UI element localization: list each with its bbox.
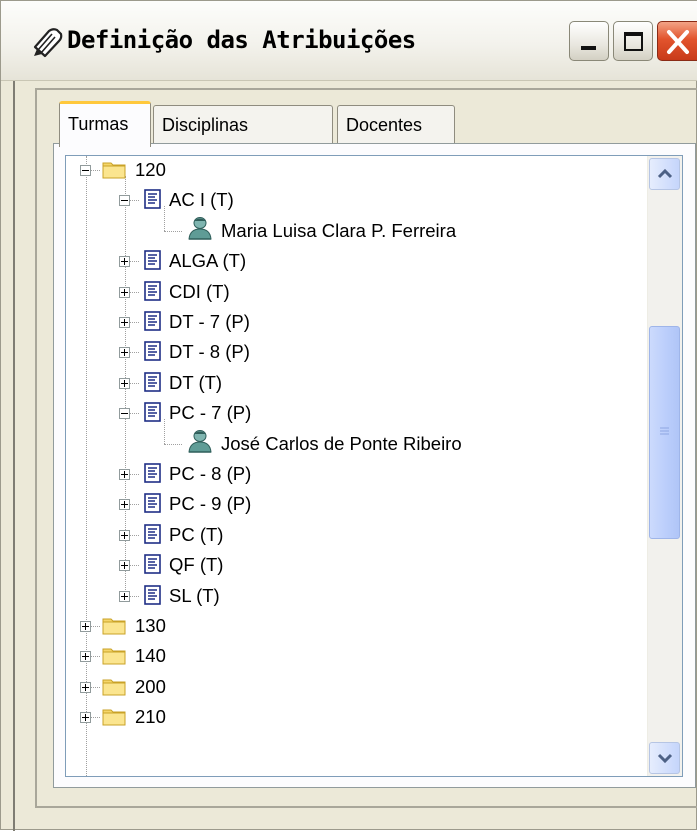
tree-node-label: DT (T) [169, 372, 223, 393]
expand-toggle-icon[interactable] [119, 499, 130, 510]
document-icon [143, 310, 163, 337]
tree-node-label: José Carlos de Ponte Ribeiro [221, 433, 462, 454]
tree-node-label: CDI (T) [169, 281, 230, 302]
tree-item-node[interactable]: ALGA (T) [66, 246, 616, 276]
document-icon [143, 188, 163, 215]
expand-toggle-icon[interactable] [119, 317, 130, 328]
expand-toggle-icon[interactable] [119, 591, 130, 602]
folder-icon [102, 158, 126, 185]
tree-node-label: 210 [135, 706, 166, 727]
collapse-toggle-icon[interactable] [119, 195, 130, 206]
collapse-toggle-icon[interactable] [80, 165, 91, 176]
tree-node-label: DT - 7 (P) [169, 311, 250, 332]
minimize-button[interactable] [569, 21, 609, 61]
tree-item-node[interactable]: QF (T) [66, 550, 616, 580]
document-icon [143, 553, 163, 580]
expand-toggle-icon[interactable] [80, 712, 91, 723]
chevron-up-icon [657, 168, 673, 179]
tree-node-label: PC (T) [169, 524, 224, 545]
tree-node-label: AC I (T) [169, 189, 234, 210]
tab-disciplinas[interactable]: Disciplinas [153, 105, 333, 145]
scroll-thumb[interactable] [649, 326, 680, 539]
tree-folder-node[interactable]: 200 [66, 672, 616, 702]
scroll-down-button[interactable] [649, 742, 680, 774]
person-icon [186, 430, 214, 459]
document-icon [143, 584, 163, 611]
tree-node-label: QF (T) [169, 554, 224, 575]
tree-node-label: PC - 9 (P) [169, 493, 252, 514]
turmas-tree-view[interactable]: 120 AC I (T) Maria Luisa Clara P. Ferreira… [65, 155, 683, 777]
tab-turmas[interactable]: Turmas [59, 101, 151, 147]
expand-toggle-icon[interactable] [119, 469, 130, 480]
tree-node-label: Maria Luisa Clara P. Ferreira [221, 220, 457, 241]
chevron-down-icon [657, 753, 673, 764]
document-icon [143, 401, 163, 428]
tree-item-node[interactable]: CDI (T) [66, 277, 616, 307]
close-button[interactable] [657, 21, 697, 61]
tree-item-node[interactable]: DT - 8 (P) [66, 337, 616, 367]
book-pen-icon [33, 28, 63, 58]
tree-item-node[interactable]: SL (T) [66, 581, 616, 611]
expand-toggle-icon[interactable] [80, 651, 91, 662]
tree-node-label: 120 [135, 159, 166, 180]
maximize-icon [624, 32, 643, 51]
document-icon [143, 523, 163, 550]
tree-node-label: DT - 8 (P) [169, 341, 250, 362]
tree-node-label: PC - 7 (P) [169, 402, 252, 423]
folder-icon [102, 644, 126, 671]
tree-node-label: SL (T) [169, 585, 220, 606]
tree-content: 120 AC I (T) Maria Luisa Clara P. Ferreira… [66, 156, 618, 776]
tree-node-label: 200 [135, 676, 166, 697]
tree-item-node[interactable]: DT (T) [66, 368, 616, 398]
close-icon [667, 30, 689, 54]
tree-folder-node[interactable]: 120 [66, 156, 616, 185]
document-icon [143, 340, 163, 367]
folder-icon [102, 705, 126, 732]
window-title: Definição das Atribuições [67, 26, 416, 54]
tree-item-node[interactable]: AC I (T) [66, 185, 616, 215]
expand-toggle-icon[interactable] [119, 378, 130, 389]
tree-item-node[interactable]: PC (T) [66, 520, 616, 550]
tree-folder-node[interactable]: 130 [66, 611, 616, 641]
expand-toggle-icon[interactable] [119, 256, 130, 267]
tree-node-label: 130 [135, 615, 166, 636]
maximize-button[interactable] [613, 21, 653, 61]
folder-icon [102, 675, 126, 702]
minimize-icon [581, 46, 596, 50]
document-icon [143, 492, 163, 519]
expand-toggle-icon[interactable] [119, 560, 130, 571]
person-icon [186, 217, 214, 246]
expand-toggle-icon[interactable] [80, 682, 91, 693]
tree-node-label: PC - 8 (P) [169, 463, 252, 484]
tree-person-node[interactable]: José Carlos de Ponte Ribeiro [66, 429, 616, 459]
grip-icon [660, 427, 669, 435]
tab-docentes[interactable]: Docentes [337, 105, 455, 145]
tree-item-node[interactable]: DT - 7 (P) [66, 307, 616, 337]
scroll-up-button[interactable] [649, 158, 680, 190]
document-icon [143, 249, 163, 276]
expand-toggle-icon[interactable] [119, 287, 130, 298]
tree-node-label: 140 [135, 645, 166, 666]
collapse-toggle-icon[interactable] [119, 408, 130, 419]
title-bar[interactable]: Definição das Atribuições [1, 1, 697, 81]
expand-toggle-icon[interactable] [80, 621, 91, 632]
vertical-scrollbar[interactable] [647, 156, 682, 776]
expand-toggle-icon[interactable] [119, 530, 130, 541]
document-icon [143, 371, 163, 398]
expand-toggle-icon[interactable] [119, 347, 130, 358]
tree-node-label: ALGA (T) [169, 250, 247, 271]
folder-icon [102, 614, 126, 641]
tree-person-node[interactable]: Maria Luisa Clara P. Ferreira [66, 216, 616, 246]
tree-item-node[interactable]: PC - 8 (P) [66, 459, 616, 489]
tree-item-node[interactable]: PC - 9 (P) [66, 489, 616, 519]
document-icon [143, 280, 163, 307]
tree-folder-node[interactable]: 210 [66, 702, 616, 732]
window-left-divider [13, 81, 15, 831]
tree-folder-node[interactable]: 140 [66, 641, 616, 671]
main-window: Definição das Atribuições Turmas Discipl… [0, 0, 697, 831]
tree-item-node[interactable]: PC - 7 (P) [66, 398, 616, 428]
document-icon [143, 462, 163, 489]
